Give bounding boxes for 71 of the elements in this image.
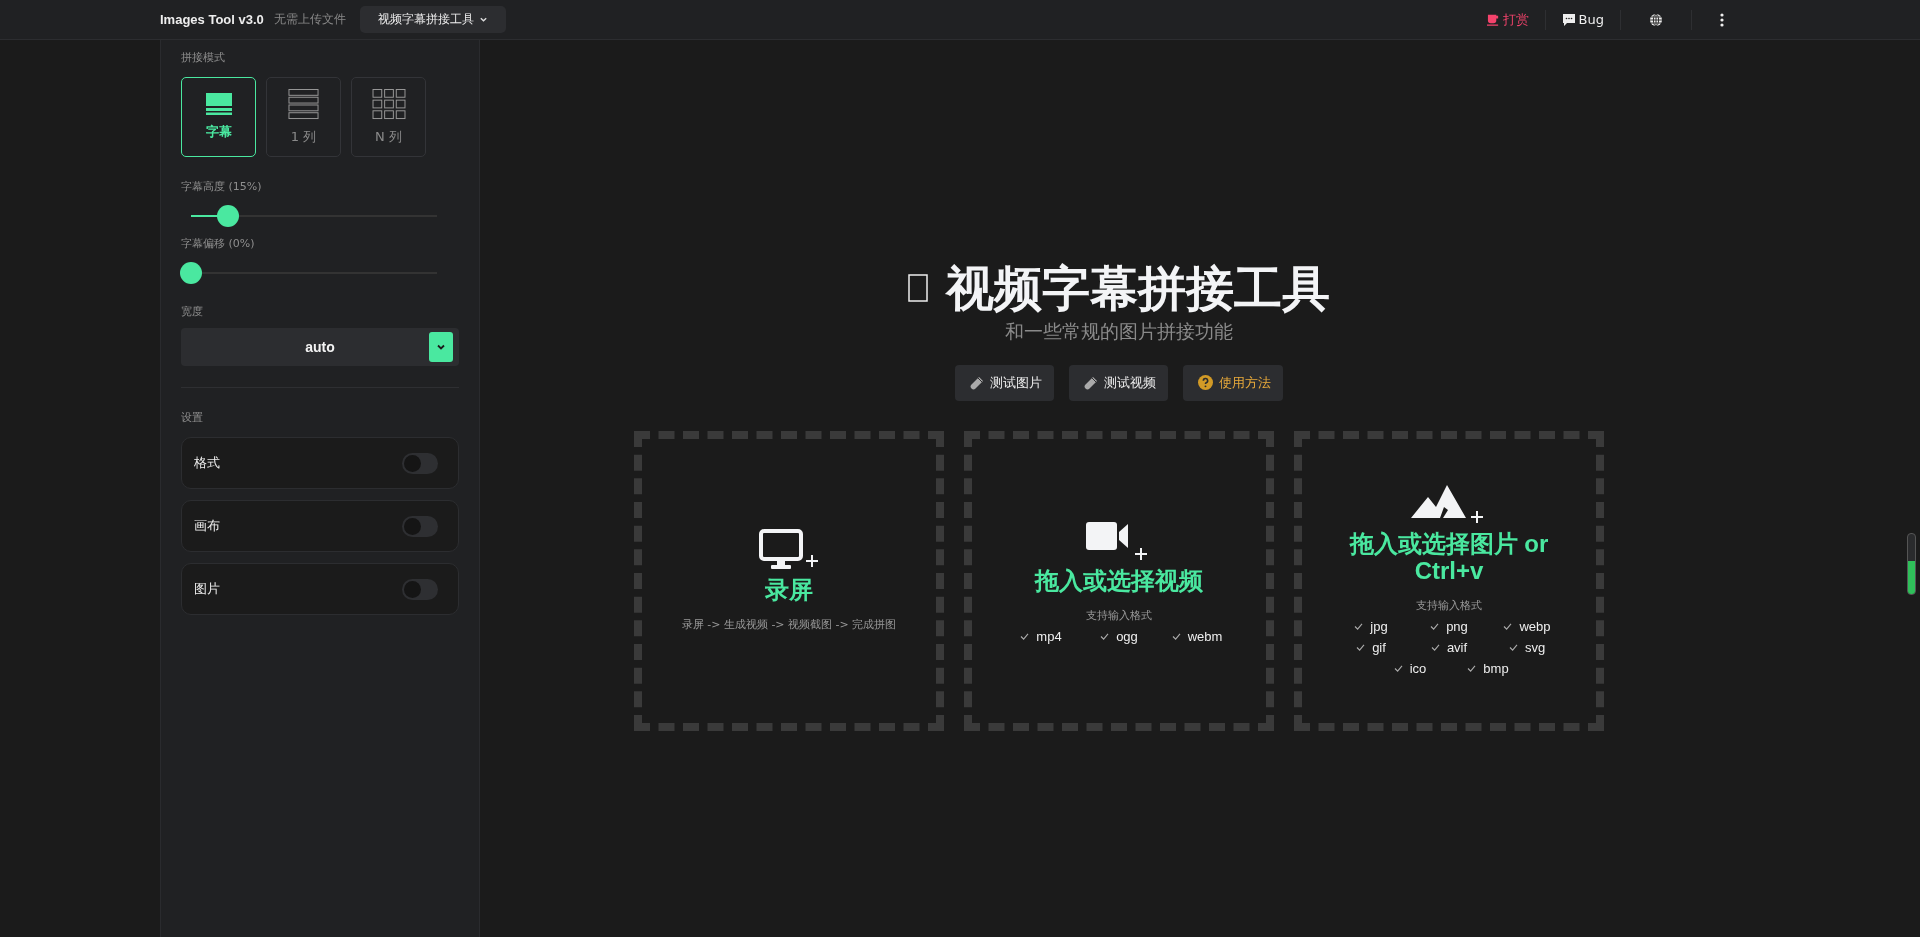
chevron-down-icon [478, 15, 488, 24]
section-label: 拼接模式 [181, 50, 226, 65]
cup-icon [1486, 13, 1500, 26]
monitor-plus-icon [759, 529, 819, 572]
drop-zone-description: 录屏 -> 生成视频 -> 视频截图 -> 完成拼图 [681, 617, 897, 633]
format-name: png [1446, 619, 1468, 635]
action-button[interactable]: 测试视频 [1069, 364, 1168, 401]
mode-option[interactable]: 字幕 [181, 77, 256, 157]
check-icon [1171, 633, 1181, 640]
check-icon [1503, 623, 1513, 631]
drop-zone-title: 拖入或选择视频 [1035, 567, 1203, 594]
test-tube-icon [1084, 375, 1098, 390]
check-icon [1354, 623, 1364, 631]
width-select[interactable]: auto [181, 328, 459, 366]
section-label: 设置 [181, 410, 204, 425]
mode-option[interactable]: 1 列 [266, 77, 341, 157]
format-name: jpg [1370, 619, 1388, 635]
toggle-switch[interactable] [402, 578, 438, 600]
question-circle-icon [1198, 375, 1213, 391]
slider-label: 字幕高度 (15%) [181, 179, 263, 194]
check-icon [1430, 623, 1440, 631]
slider-thumb[interactable] [180, 262, 202, 284]
tagline: 无需上传文件 [273, 11, 346, 28]
subtitle-layout-icon [205, 93, 232, 115]
page-subtitle: 和一些常规的图片拼接功能 [1005, 318, 1233, 344]
check-icon [1020, 633, 1030, 640]
drop-zone[interactable]: 录屏 录屏 -> 生成视频 -> 视频截图 -> 完成拼图 [634, 430, 944, 731]
drop-zone-title: 拖入或选择图片 or Ctrl+v [1348, 531, 1550, 585]
chat-icon [1561, 12, 1576, 27]
format-name: svg [1524, 640, 1546, 656]
drop-zone[interactable]: 拖入或选择图片 or Ctrl+v 支持输入格式 jpg png webp gif avif svg ico bmp [1294, 430, 1604, 731]
format-name: ogg [1116, 629, 1138, 644]
check-icon [1393, 665, 1403, 673]
setting-label: 格式 [194, 454, 220, 472]
bug-report-button[interactable]: Bug [1557, 10, 1608, 29]
check-icon [1467, 665, 1477, 673]
check-icon [1430, 644, 1440, 652]
check-icon [1100, 633, 1110, 640]
check-icon [1508, 644, 1518, 652]
scrollbar[interactable] [1907, 533, 1916, 595]
mode-option[interactable]: N 列 [351, 77, 426, 157]
check-icon [1356, 644, 1366, 652]
format-name: gif [1372, 640, 1386, 656]
formats-label: 支持输入格式 [1416, 598, 1482, 614]
format-name: bmp [1483, 661, 1509, 677]
format-name: webm [1187, 629, 1223, 644]
tool-selector[interactable]: 视频字幕拼接工具 [359, 6, 506, 33]
donate-button[interactable]: 打赏 [1482, 8, 1533, 31]
format-name: avif [1446, 640, 1468, 656]
slider-label: 字幕偏移 (0%) [181, 236, 256, 251]
rows-layout-icon [288, 88, 319, 120]
chevron-down-icon [429, 332, 453, 362]
section-label: 宽度 [181, 304, 204, 319]
drop-zone[interactable]: 拖入或选择视频 支持输入格式 mp4 ogg webm [964, 430, 1274, 731]
setting-label: 图片 [194, 580, 220, 598]
missing-glyph-icon [908, 274, 928, 303]
drop-zone-title: 录屏 [765, 577, 813, 604]
test-tube-icon [970, 375, 984, 390]
setting-label: 画布 [194, 517, 220, 535]
grid-layout-icon [371, 88, 406, 120]
page-title: 视频字幕拼接工具 [946, 262, 1330, 315]
formats-label: 支持输入格式 [1086, 608, 1152, 623]
toggle-switch[interactable] [402, 515, 438, 537]
action-button[interactable]: 测试图片 [955, 364, 1054, 401]
action-button[interactable]: 使用方法 [1183, 364, 1283, 401]
format-name: mp4 [1036, 629, 1062, 644]
format-name: ico [1409, 661, 1427, 677]
app-name: Images Tool v3.0 [160, 12, 264, 27]
toggle-switch[interactable] [402, 452, 438, 474]
format-name: webp [1519, 619, 1551, 635]
slider-thumb[interactable] [216, 205, 239, 227]
